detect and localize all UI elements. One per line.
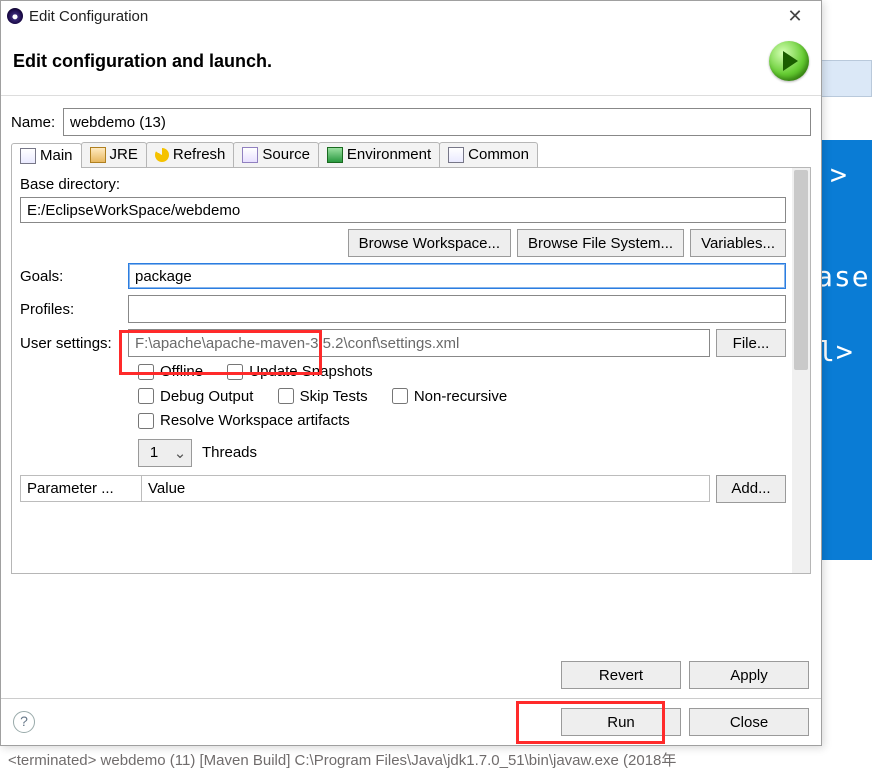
parameter-column-header: Parameter ... <box>21 476 142 501</box>
threads-spinner[interactable]: 1 ⌄ <box>138 439 192 467</box>
environment-tab-icon <box>327 147 343 163</box>
tab-environment[interactable]: Environment <box>318 142 440 167</box>
refresh-tab-icon <box>155 148 169 162</box>
apply-button[interactable]: Apply <box>689 661 809 689</box>
tab-common[interactable]: Common <box>439 142 538 167</box>
chevron-down-icon: ⌄ <box>169 444 191 462</box>
main-panel: Base directory: Browse Workspace... Brow… <box>11 168 811 574</box>
console-output: <terminated> webdemo (11) [Maven Build] … <box>0 745 872 774</box>
threads-value: 1 <box>139 444 169 461</box>
goals-label: Goals: <box>20 268 128 285</box>
dialog-header: Edit configuration and launch. <box>1 31 821 96</box>
tab-bar: Main JRE Refresh Source Environment Comm… <box>11 142 811 168</box>
dialog-heading: Edit configuration and launch. <box>13 51 769 72</box>
checkbox-label: Resolve Workspace artifacts <box>160 412 350 429</box>
name-input[interactable] <box>63 108 811 136</box>
base-directory-label: Base directory: <box>20 176 786 193</box>
name-label: Name: <box>11 114 63 131</box>
debug-output-checkbox[interactable]: Debug Output <box>138 388 253 405</box>
help-icon[interactable]: ? <box>13 711 35 733</box>
checkbox-label: Offline <box>160 363 203 380</box>
close-icon[interactable]: ✕ <box>775 6 815 27</box>
jre-tab-icon <box>90 147 106 163</box>
eclipse-icon <box>7 8 23 24</box>
goals-input[interactable] <box>128 263 786 289</box>
profiles-label: Profiles: <box>20 301 128 318</box>
non-recursive-checkbox[interactable]: Non-recursive <box>392 388 507 405</box>
background-toolbar <box>820 60 872 97</box>
tab-label: Source <box>262 146 310 163</box>
edit-configuration-dialog: Edit Configuration ✕ Edit configuration … <box>0 0 822 746</box>
checkbox-label: Skip Tests <box>300 388 368 405</box>
tab-main[interactable]: Main <box>11 143 82 168</box>
panel-scrollbar[interactable] <box>792 168 810 573</box>
tab-label: JRE <box>110 146 138 163</box>
offline-checkbox[interactable]: Offline <box>138 363 203 380</box>
tab-label: Common <box>468 146 529 163</box>
common-tab-icon <box>448 147 464 163</box>
file-button[interactable]: File... <box>716 329 786 357</box>
source-tab-icon <box>242 147 258 163</box>
revert-button[interactable]: Revert <box>561 661 681 689</box>
titlebar: Edit Configuration ✕ <box>1 1 821 31</box>
skip-tests-checkbox[interactable]: Skip Tests <box>278 388 368 405</box>
user-settings-input[interactable] <box>128 329 710 357</box>
main-tab-icon <box>20 148 36 164</box>
checkbox-label: Debug Output <box>160 388 253 405</box>
close-button[interactable]: Close <box>689 708 809 736</box>
tab-source[interactable]: Source <box>233 142 319 167</box>
tab-label: Refresh <box>173 146 226 163</box>
tab-jre[interactable]: JRE <box>81 142 147 167</box>
threads-label: Threads <box>202 444 257 461</box>
run-hero-icon <box>769 41 809 81</box>
tab-label: Main <box>40 147 73 164</box>
tab-refresh[interactable]: Refresh <box>146 142 235 167</box>
browse-workspace-button[interactable]: Browse Workspace... <box>348 229 511 257</box>
parameter-table: Parameter ... Value <box>20 475 710 502</box>
update-snapshots-checkbox[interactable]: Update Snapshots <box>227 363 372 380</box>
profiles-input[interactable] <box>128 295 786 323</box>
dialog-footer: ? Run Close <box>1 698 821 745</box>
checkbox-label: Update Snapshots <box>249 363 372 380</box>
resolve-workspace-checkbox[interactable]: Resolve Workspace artifacts <box>138 412 350 429</box>
user-settings-label: User settings: <box>20 335 128 352</box>
base-directory-input[interactable] <box>20 197 786 223</box>
run-button[interactable]: Run <box>561 708 681 736</box>
dialog-title: Edit Configuration <box>29 8 775 25</box>
tab-label: Environment <box>347 146 431 163</box>
checkbox-label: Non-recursive <box>414 388 507 405</box>
add-parameter-button[interactable]: Add... <box>716 475 786 503</box>
browse-filesystem-button[interactable]: Browse File System... <box>517 229 684 257</box>
value-column-header: Value <box>142 476 709 501</box>
variables-button[interactable]: Variables... <box>690 229 786 257</box>
